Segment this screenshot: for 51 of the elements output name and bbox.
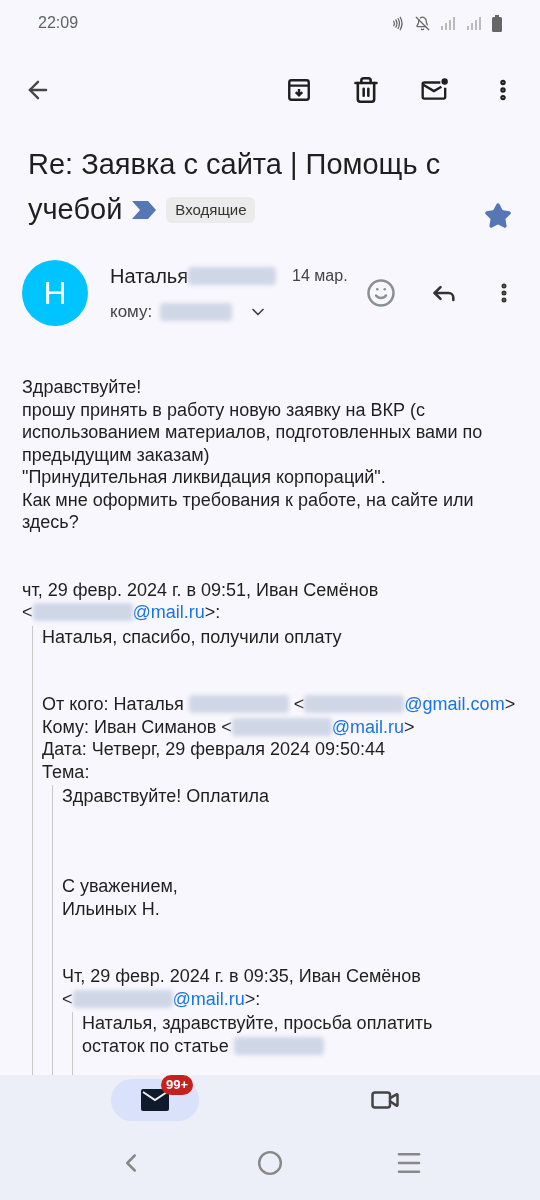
body-text: >:: [244, 987, 261, 1010]
body-text: Здравствуйте! Оплатила: [62, 785, 270, 808]
body-text: чт, 29 февр. 2024 г. в 09:51, Иван Семёнов: [22, 578, 380, 601]
body-text: "Принудительная ликвидация корпораций".: [22, 466, 387, 489]
message-date: 14 мар.: [292, 266, 348, 287]
body-text: прошу принять в работу новую заявку на ВКР (с: [22, 398, 426, 421]
body-text: Как мне оформить требования к работе, на сайте или: [22, 488, 475, 511]
body-text: Ильиных Н.: [62, 897, 161, 920]
inbox-label[interactable]: Входящие: [166, 196, 256, 223]
email-link[interactable]: @mail.ru: [132, 601, 205, 624]
sender-name: Наталья: [110, 264, 189, 290]
email-link[interactable]: @mail.ru: [331, 715, 405, 738]
body-text: <: [292, 693, 305, 716]
body-text: >:: [204, 601, 221, 624]
archive-icon[interactable]: [286, 77, 312, 103]
subject-title: учебой: [28, 192, 123, 227]
emoji-reaction-icon[interactable]: [366, 278, 396, 308]
nfc-icon: [390, 15, 405, 31]
email-link[interactable]: @mail.ru: [172, 987, 245, 1010]
body-text: предыдущим заказам): [22, 443, 211, 466]
delete-icon[interactable]: [352, 76, 380, 104]
body-text: Наталья, спасибо, получили оплату: [42, 625, 343, 648]
body-text: Кому: Иван Симанов <: [42, 715, 232, 738]
body-text: <: [62, 987, 73, 1010]
body-text: Дата: Четверг, 29 февраля 2024 09:50:44: [42, 738, 387, 761]
recipient-label: кому:: [110, 301, 153, 324]
subject-title: Re: Заявка с сайта | Помощь с: [28, 147, 441, 182]
body-text: <: [22, 601, 33, 624]
unread-badge: 99+: [161, 1075, 194, 1095]
bell-off-icon: [415, 15, 430, 31]
body-text: Чт, 29 февр. 2024 г. в 09:35, Иван Семёнов: [62, 965, 422, 988]
body-text: Тема:: [42, 760, 91, 783]
body-text: >: [504, 693, 516, 716]
sender-avatar: Н: [22, 260, 88, 326]
body-text: использованием материалов, подготовленных вами по: [22, 421, 484, 444]
body-text: От кого: Наталья: [42, 693, 185, 716]
signal-icon: [440, 16, 456, 30]
mail-icon: [141, 1089, 169, 1111]
email-link[interactable]: @gmail.com: [404, 693, 505, 716]
signal-icon: [466, 16, 482, 30]
mark-unread-icon[interactable]: [420, 77, 450, 103]
status-time: 22:09: [38, 13, 79, 33]
body-text: остаток по статье: [82, 1034, 230, 1057]
body-text: Наталья, здравствуйте, просьба оплатить: [82, 1012, 434, 1035]
star-icon[interactable]: [484, 202, 512, 230]
body-text: >: [404, 715, 415, 738]
body-text: здесь?: [22, 511, 80, 534]
body-text: Здравствуйте!: [22, 376, 143, 399]
body-text: С уважением,: [62, 875, 179, 898]
home-nav-icon[interactable]: [257, 1149, 283, 1176]
battery-icon: [492, 14, 502, 32]
